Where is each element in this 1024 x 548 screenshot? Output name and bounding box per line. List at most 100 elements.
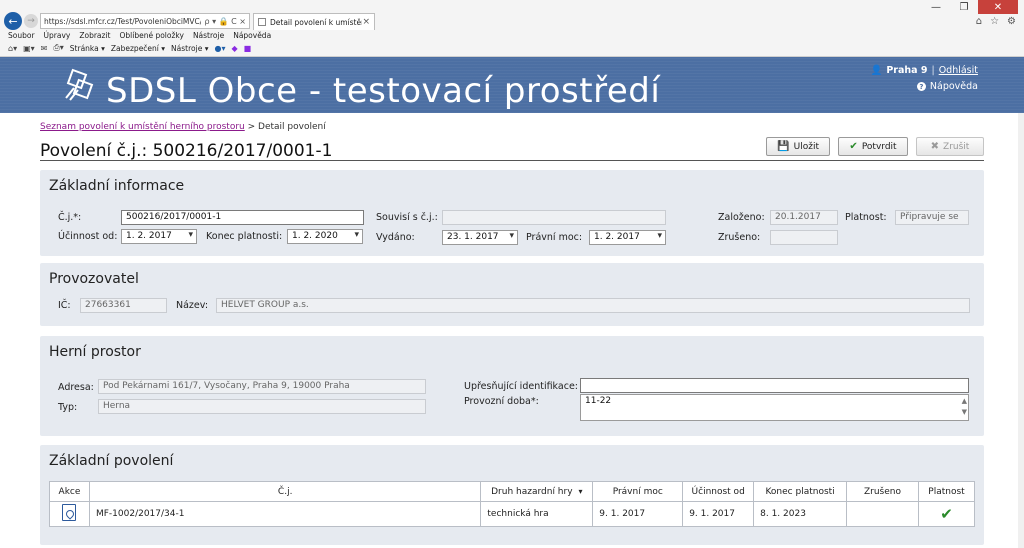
valid-check-icon: ✔ — [940, 505, 953, 523]
browser-tab[interactable]: Detail povolení k umístění ... × — [253, 13, 375, 30]
toolbar-page[interactable]: Stránka ▾ — [70, 44, 105, 53]
user-name: Praha 9 — [886, 65, 928, 76]
check-icon: ✔ — [849, 141, 858, 152]
cell-konec: 8. 1. 2023 — [753, 501, 848, 527]
zalozeno-field: 20.1.2017 — [770, 210, 838, 225]
vydano-label: Vydáno: — [376, 232, 415, 243]
help-link[interactable]: ? Nápověda — [916, 81, 978, 92]
col-platnost[interactable]: Platnost — [917, 481, 976, 502]
user-icon: 👤 — [870, 65, 883, 76]
cell-druh: technická hra — [480, 501, 594, 527]
user-separator: | — [931, 65, 935, 76]
mail-icon[interactable]: ✉ — [41, 44, 48, 53]
help-toolbar-icon[interactable]: ●▾ — [214, 44, 225, 53]
col-ucinnost[interactable]: Účinnost od — [682, 481, 755, 502]
favorites-icon[interactable]: ☆ — [990, 16, 999, 27]
user-area: 👤 Praha 9 | Odhlásit — [870, 65, 978, 76]
col-konec[interactable]: Konec platnosti — [753, 481, 848, 502]
identification-input[interactable] — [580, 378, 969, 393]
operator-name-field: HELVET GROUP a.s. — [216, 298, 970, 313]
home-icon[interactable]: ⌂ — [976, 16, 982, 27]
toolbar-home-icon[interactable]: ⌂▾ — [8, 44, 17, 53]
print-icon[interactable]: ⎙▾ — [53, 43, 63, 53]
type-label: Typ: — [58, 402, 78, 413]
col-zruseno[interactable]: Zrušeno — [846, 481, 919, 502]
addon-icon[interactable]: ◆ — [231, 44, 237, 53]
toolbar-security[interactable]: Zabezpečení ▾ — [111, 44, 165, 53]
toolbar-tools[interactable]: Nástroje ▾ — [171, 44, 208, 53]
type-field: Herna — [98, 399, 426, 414]
platnost-label: Platnost: — [845, 212, 887, 223]
cell-akce[interactable] — [49, 501, 90, 527]
command-bar: ⌂▾ ▣▾ ✉ ⎙▾ Stránka ▾ Zabezpečení ▾ Nástr… — [8, 43, 251, 53]
menu-upravy[interactable]: Úpravy — [44, 31, 71, 40]
souvisi-field[interactable] — [442, 210, 666, 225]
maximize-button[interactable]: ❐ — [950, 0, 978, 14]
konec-label: Konec platnosti: — [206, 231, 283, 242]
operator-name-label: Název: — [176, 300, 209, 311]
save-label: Uložit — [793, 141, 819, 152]
cell-cj: MF-1002/2017/34-1 — [88, 501, 482, 527]
menu-napoveda[interactable]: Nápověda — [233, 31, 271, 40]
page-content: Seznam povolení k umístění herního prost… — [32, 113, 992, 548]
settings-icon[interactable]: ⚙ — [1007, 16, 1016, 27]
col-cj[interactable]: Č.j. — [88, 481, 482, 502]
menu-soubor[interactable]: Soubor — [8, 31, 35, 40]
close-window-button[interactable]: ✕ — [978, 0, 1018, 14]
basic-info-title: Základní informace — [49, 178, 185, 194]
back-button[interactable]: ← — [4, 12, 22, 30]
col-druh-label: Druh hazardní hry — [491, 486, 573, 497]
cancel-label: Zrušit — [943, 141, 970, 152]
zalozeno-label: Založeno: — [718, 212, 765, 223]
app-header: SDSL Obce - testovací prostředí 👤 Praha … — [0, 57, 1024, 113]
zruseno-field — [770, 230, 838, 245]
address-bar[interactable]: https://sdsl.mfcr.cz/Test/PovoleniObciMV… — [40, 13, 250, 29]
zruseno-label: Zrušeno: — [718, 232, 761, 243]
tab-title: Detail povolení k umístění ... — [270, 17, 362, 27]
col-pravni-moc[interactable]: Právní moc — [592, 481, 684, 502]
base-permit-title: Základní povolení — [49, 453, 174, 469]
minimize-button[interactable]: — — [922, 0, 950, 14]
address-text[interactable]: https://sdsl.mfcr.cz/Test/PovoleniObciMV… — [44, 17, 201, 26]
hours-textarea[interactable]: 11-22 ▲ ▼ — [580, 394, 969, 421]
window-controls: — ❐ ✕ — [922, 0, 1018, 14]
menu-nastroje[interactable]: Nástroje — [193, 31, 224, 40]
table-row: MF-1002/2017/34-1 technická hra 9. 1. 20… — [49, 501, 976, 527]
feeds-icon[interactable]: ▣▾ — [23, 44, 35, 53]
textarea-scroll[interactable]: ▲ ▼ — [962, 396, 967, 418]
close-icon: ✖ — [930, 141, 940, 152]
tab-close-icon[interactable]: × — [362, 17, 370, 27]
page-scrollbar[interactable] — [1018, 113, 1024, 548]
col-druh[interactable]: Druh hazardní hry ▾ — [480, 481, 594, 502]
identification-label: Upřesňující identifikace: — [464, 381, 578, 392]
cancel-button[interactable]: ✖ Zrušit — [916, 137, 984, 156]
breadcrumb-link-list[interactable]: Seznam povolení k umístění herního prost… — [40, 122, 245, 132]
help-icon: ? — [916, 82, 926, 91]
cell-zruseno — [846, 501, 919, 527]
title-divider — [40, 160, 984, 161]
scroll-up-icon[interactable]: ▲ — [962, 396, 967, 407]
hours-label: Provozní doba*: — [464, 396, 539, 407]
premises-title: Herní prostor — [49, 344, 141, 360]
tab-favicon-icon — [258, 18, 266, 26]
konec-select[interactable]: 1. 2. 2020 — [287, 229, 363, 244]
confirm-button[interactable]: ✔ Potvrdit — [838, 137, 908, 156]
sort-down-icon[interactable]: ▾ — [579, 487, 583, 496]
onenote-icon[interactable]: ■ — [244, 44, 252, 53]
menu-zobrazit[interactable]: Zobrazit — [79, 31, 110, 40]
forward-button[interactable]: → — [24, 14, 38, 28]
ucinnost-select[interactable]: 1. 2. 2017 — [121, 229, 197, 244]
cj-input[interactable]: 500216/2017/0001-1 — [121, 210, 364, 225]
save-button[interactable]: 💾 Uložit — [766, 137, 830, 156]
pdf-icon[interactable] — [62, 504, 77, 521]
breadcrumb: Seznam povolení k umístění herního prost… — [40, 122, 326, 132]
vydano-select[interactable]: 23. 1. 2017 — [442, 230, 518, 245]
address-icons[interactable]: ρ ▾ 🔒 C × — [204, 17, 246, 26]
scroll-down-icon[interactable]: ▼ — [962, 407, 967, 418]
breadcrumb-separator: > — [247, 122, 256, 132]
menu-bar: Soubor Úpravy Zobrazit Oblíbené položky … — [8, 31, 271, 40]
pravni-moc-select[interactable]: 1. 2. 2017 — [589, 230, 666, 245]
menu-oblibene[interactable]: Oblíbené položky — [120, 31, 184, 40]
help-label[interactable]: Nápověda — [930, 81, 978, 92]
logout-link[interactable]: Odhlásit — [939, 65, 978, 76]
